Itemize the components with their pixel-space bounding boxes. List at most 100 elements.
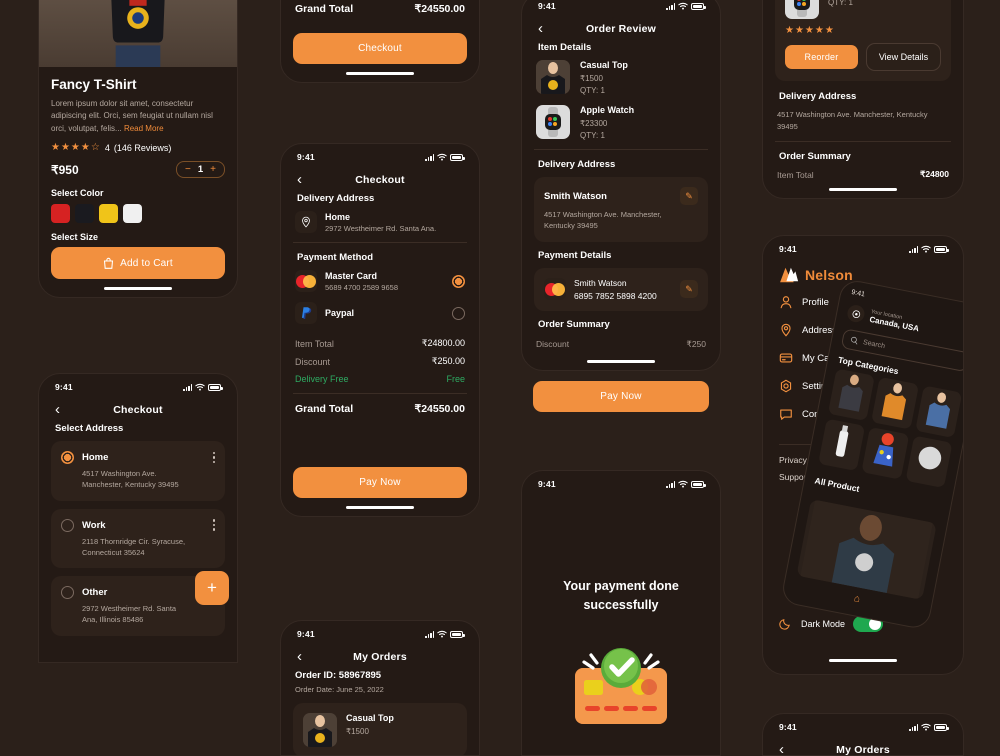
battery-icon (208, 383, 223, 391)
checkout-screen: 9:41 ‹ Checkout Delivery Address Home 29… (280, 143, 480, 517)
screens-board: Fancy T-Shirt Lorem ipsum dolor sit amet… (0, 0, 1000, 756)
payment-success-illustration (575, 647, 667, 724)
view-details-label: View Details (878, 52, 929, 62)
grand-total-label: Grand Total (295, 3, 354, 15)
add-to-cart-button[interactable]: Add to Cart (51, 247, 225, 280)
wifi-icon (678, 480, 688, 488)
delivery-address-heading: Delivery Address (779, 91, 857, 102)
page-title: Checkout (113, 403, 163, 416)
edit-payment-icon[interactable]: ✎ (680, 280, 698, 298)
address-line1: 4517 Washington Ave. (82, 469, 157, 478)
address-label: Work (82, 519, 106, 531)
preview-search-placeholder: Search (862, 338, 886, 350)
pay-now-button[interactable]: Pay Now (293, 467, 467, 498)
card-holder: Smith Watson (574, 277, 627, 288)
status-bar: 9:41 (39, 374, 237, 394)
select-address-heading: Select Address (55, 423, 124, 434)
delivery-address-heading: Delivery Address (538, 159, 616, 170)
quantity-stepper[interactable]: − 1 + (176, 161, 225, 179)
page-title: Order Review (585, 22, 657, 35)
preview-category-label: Sports (905, 485, 943, 489)
discount-value: ₹250 (686, 338, 706, 349)
item-details-heading: Item Details (538, 42, 592, 53)
payment-method-mastercard[interactable]: Master Card 5689 4700 2589 9658 (281, 270, 479, 292)
sidebar-item-label: Profile (802, 296, 829, 308)
address-line2: Kentucky 39495 (544, 221, 598, 231)
preview-category-label: Toys (862, 477, 900, 480)
divider (775, 141, 951, 143)
status-bar: 9:41 (281, 621, 479, 641)
payment-method-paypal[interactable]: Paypal (281, 292, 479, 324)
preview-category-kids[interactable]: Kids (914, 385, 963, 439)
plus-icon: + (207, 578, 217, 597)
preview-category-men[interactable]: Men (827, 368, 876, 422)
view-details-button[interactable]: View Details (866, 43, 941, 71)
delivery-address-row[interactable]: Home 2972 Westheimer Rd. Santa Ana. (281, 211, 479, 233)
status-bar: 9:41 (522, 0, 720, 13)
signal-icon (425, 630, 434, 638)
color-swatch-white[interactable] (123, 204, 142, 224)
add-address-fab[interactable]: + (195, 571, 229, 605)
wifi-icon (437, 630, 447, 638)
order-item-row[interactable]: Casual Top ₹1500 (293, 703, 467, 755)
edit-address-icon[interactable]: ✎ (680, 187, 698, 205)
product-hero-image (39, 0, 237, 67)
address-option-work[interactable]: Work 2118 Thornridge Cir. Syracuse, Conn… (51, 508, 225, 568)
item-name: Casual Top (580, 60, 628, 70)
discount-label: Discount (536, 339, 570, 349)
item-qty: QTY: 1 (580, 131, 605, 140)
radio-home[interactable] (61, 451, 74, 464)
address-option-home[interactable]: Home 4517 Washington Ave. Manchester, Ke… (51, 441, 225, 501)
preview-category-beauty[interactable]: Beauty (818, 418, 866, 472)
address-label: Other (82, 587, 108, 598)
radio-work[interactable] (61, 518, 74, 532)
battery-icon (934, 245, 949, 253)
preview-category-women[interactable]: Women (871, 376, 919, 430)
gear-icon (779, 379, 793, 393)
checkout-label: Checkout (358, 43, 402, 54)
item-price: ₹1500 (580, 74, 603, 83)
mastercard-icon (544, 278, 566, 300)
location-pin-icon (295, 211, 317, 233)
status-bar: 9:41 (763, 236, 963, 256)
address-options-menu[interactable] (212, 519, 215, 531)
address-line2: Ana, Illinois 85486 (82, 615, 144, 625)
page-title: Checkout (355, 173, 405, 186)
tshirt-model-illustration (111, 0, 165, 67)
chat-bubble-icon (779, 407, 793, 421)
pay-now-floating-button[interactable]: Pay Now (533, 381, 709, 412)
read-more-link[interactable]: Read More (124, 124, 164, 133)
qty-value: 1 (197, 164, 204, 176)
radio-mastercard[interactable] (452, 274, 465, 288)
color-swatch-yellow[interactable] (99, 204, 118, 224)
preview-category-sports[interactable]: Sports (905, 435, 953, 489)
qty-increment-button[interactable]: + (210, 164, 216, 175)
delivery-address-heading: Delivery Address (297, 193, 375, 204)
reorder-button[interactable]: Reorder (785, 45, 858, 69)
rating-stars[interactable]: ★★★★★ (785, 25, 941, 36)
select-size-label: Select Size (51, 232, 99, 243)
item-total-value: ₹24800 (919, 169, 949, 180)
delivery-address-text: 4517 Washington Ave. Manchester, Kentuck… (777, 110, 928, 131)
preview-category-toys[interactable]: Toys (861, 426, 910, 480)
color-swatch-black[interactable] (75, 204, 94, 224)
success-line-2: successfully (583, 598, 659, 613)
card-icon (779, 351, 793, 365)
radio-other[interactable] (61, 586, 74, 599)
checkout-button[interactable]: Checkout (293, 33, 467, 64)
my-orders-screen: 9:41 ‹ My Orders Order ID: 58967895 Orde… (280, 620, 480, 756)
my-orders-bottom-screen: 9:41 ‹ My Orders (762, 713, 964, 756)
home-indicator (104, 287, 172, 291)
product-title: Fancy T-Shirt (51, 77, 137, 92)
preview-category-label: Beauty (818, 469, 856, 472)
watch-thumb (785, 0, 819, 19)
radio-paypal[interactable] (452, 306, 465, 320)
signal-icon (909, 245, 918, 253)
select-color-label: Select Color (51, 188, 104, 199)
battery-icon (450, 153, 465, 161)
payment-success-screen: 9:41 Your payment done successfully (521, 470, 721, 756)
tshirt-thumb (303, 713, 337, 747)
address-options-menu[interactable] (212, 451, 215, 464)
color-swatch-red[interactable] (51, 204, 70, 224)
qty-decrement-button[interactable]: − (185, 164, 191, 175)
